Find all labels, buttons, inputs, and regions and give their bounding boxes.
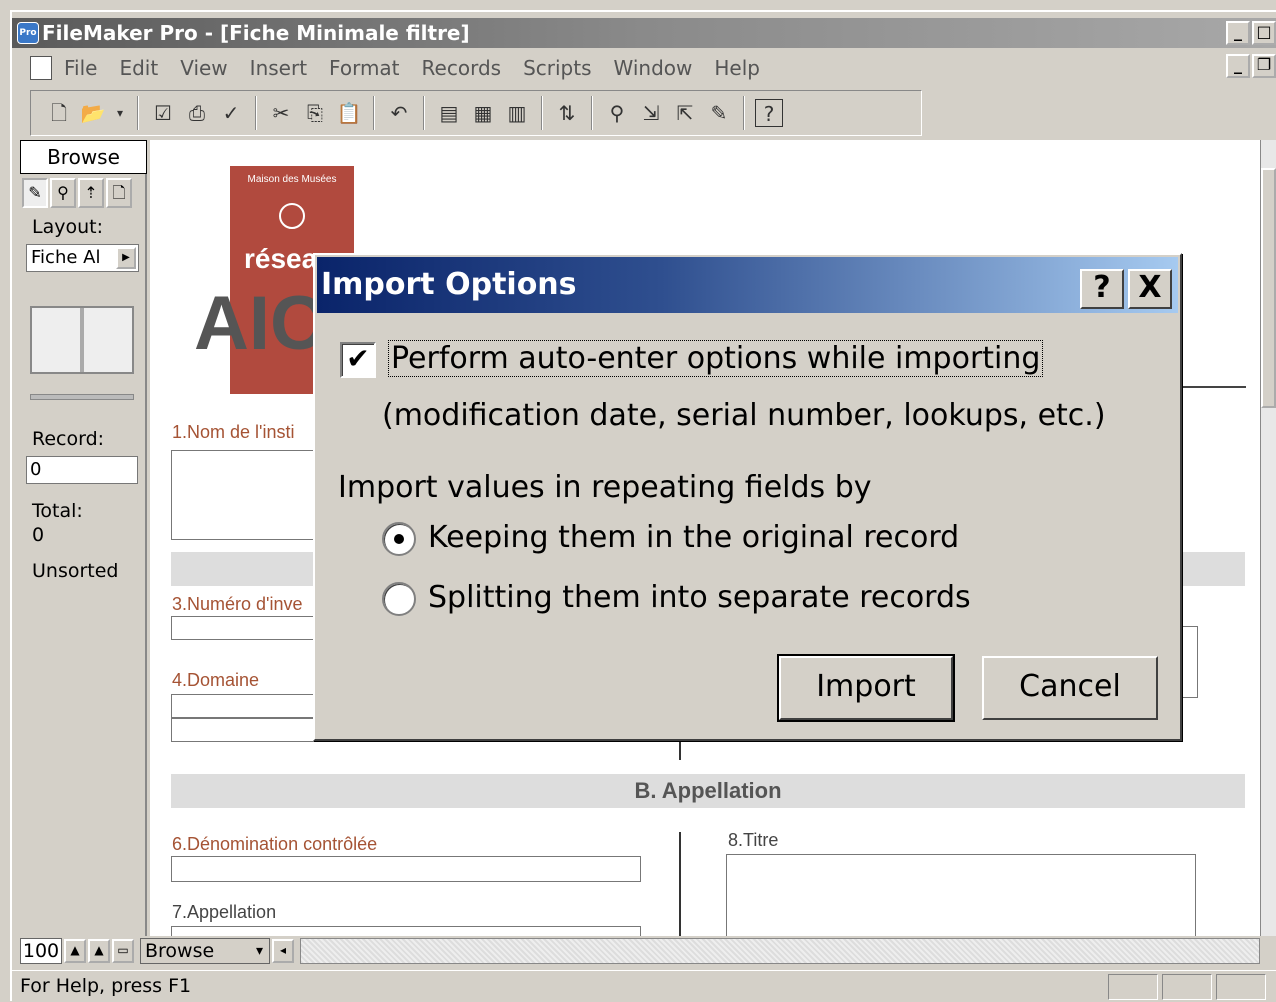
cancel-button[interactable]: Cancel: [982, 656, 1158, 720]
field-1-input[interactable]: [171, 450, 321, 540]
status-pane-1: [1108, 974, 1158, 1000]
duplicate-record-icon[interactable]: ▦: [469, 99, 497, 127]
delete-record-icon[interactable]: ▥: [503, 99, 531, 127]
menu-edit[interactable]: Edit: [119, 56, 158, 80]
menu-help[interactable]: Help: [714, 56, 760, 80]
vertical-scrollbar[interactable]: [1260, 140, 1276, 936]
status-bar: For Help, press F1: [10, 970, 1276, 1001]
menu-format[interactable]: Format: [329, 56, 399, 80]
dialog-close-button[interactable]: X: [1128, 269, 1172, 309]
find-icon[interactable]: ⚲: [603, 99, 631, 127]
script-icon[interactable]: ✎: [705, 99, 733, 127]
paste-icon[interactable]: 📋: [335, 99, 363, 127]
section-b-header: B. Appellation: [171, 774, 1245, 808]
new-record-icon[interactable]: ▤: [435, 99, 463, 127]
dialog-help-button[interactable]: ?: [1080, 269, 1124, 309]
horizontal-scrollbar[interactable]: [300, 938, 1260, 964]
auto-enter-label[interactable]: Perform auto-enter options while importi…: [388, 340, 1044, 377]
record-number-field[interactable]: 0: [26, 456, 138, 484]
field-8-label: 8.Titre: [728, 830, 779, 850]
chevron-right-icon[interactable]: ▶: [116, 247, 136, 269]
window-title: FileMaker Pro - [Fiche Minimale filtre]: [42, 21, 470, 45]
sort-icon[interactable]: ⇅: [553, 99, 581, 127]
menu-records[interactable]: Records: [422, 56, 502, 80]
total-value: 0: [32, 524, 45, 546]
sort-status: Unsorted: [32, 560, 119, 582]
checkbox-icon[interactable]: ☑: [149, 99, 177, 127]
maximize-button[interactable]: □: [1252, 21, 1276, 45]
preview-icon[interactable]: 🗋: [106, 178, 132, 208]
repeating-fields-label: Import values in repeating fields by: [338, 470, 872, 505]
menu-view[interactable]: View: [180, 56, 227, 80]
toolbar: 🗋 📂 ▾ ☑ ⎙ ✓ ✂ ⎘ 📋 ↶ ▤ ▦ ▥ ⇅ ⚲ ⇲ ⇱ ✎ ?: [30, 90, 922, 136]
field-1-label: 1.Nom de l'insti: [172, 422, 295, 442]
record-slider[interactable]: [30, 394, 134, 400]
split-records-label[interactable]: Splitting them into separate records: [428, 580, 971, 615]
doc-restore-button[interactable]: ❐: [1252, 54, 1276, 78]
title-bar: Pro FileMaker Pro - [Fiche Minimale filt…: [12, 18, 1276, 48]
field-3-input[interactable]: [171, 616, 321, 640]
menu-file[interactable]: File: [64, 56, 97, 80]
zoom-out-icon[interactable]: ▲: [64, 939, 86, 963]
menu-window[interactable]: Window: [614, 56, 693, 80]
filemaker-icon: Pro: [17, 22, 39, 44]
keep-original-label[interactable]: Keeping them in the original record: [428, 520, 959, 555]
field-8-input[interactable]: [726, 854, 1196, 936]
layout-label: Layout:: [32, 216, 103, 238]
status-text: For Help, press F1: [20, 975, 192, 997]
mode-select[interactable]: Browse ▾: [140, 938, 270, 964]
scroll-left-icon[interactable]: ◂: [272, 939, 294, 963]
scroll-thumb[interactable]: [1261, 168, 1276, 408]
field-3-label: 3.Numéro d'inve: [172, 594, 303, 614]
import-icon[interactable]: ⇲: [637, 99, 665, 127]
field-7-input[interactable]: [171, 926, 641, 936]
auto-enter-checkbox[interactable]: ✔: [340, 342, 376, 378]
copy-icon[interactable]: ⎘: [301, 99, 329, 127]
field-6-label: 6.Dénomination contrôlée: [172, 834, 378, 854]
menu-insert[interactable]: Insert: [250, 56, 307, 80]
bottom-bar: 100 ▲ ▲ ▭ Browse ▾ ◂: [20, 936, 1260, 966]
field-4-label: 4.Domaine: [172, 670, 260, 690]
open-icon[interactable]: 📂: [79, 99, 107, 127]
menu-bar: File Edit View Insert Format Records Scr…: [12, 52, 1276, 84]
dropdown-icon[interactable]: ▾: [113, 99, 127, 127]
minimize-button[interactable]: _: [1226, 21, 1250, 45]
zoom-level[interactable]: 100: [20, 938, 62, 964]
dialog-title-bar: Import Options ? X: [317, 257, 1178, 313]
keep-original-radio[interactable]: [382, 522, 416, 556]
help-icon[interactable]: ?: [755, 99, 783, 127]
field-7-label: 7.Appellation: [172, 902, 277, 922]
browse-pencil-icon[interactable]: ✎: [22, 178, 48, 208]
layout-icon[interactable]: ⇡: [78, 178, 104, 208]
cut-icon[interactable]: ✂: [267, 99, 295, 127]
import-button[interactable]: Import: [777, 654, 955, 722]
spelling-icon[interactable]: ✓: [217, 99, 245, 127]
export-icon[interactable]: ⇱: [671, 99, 699, 127]
mode-label: Browse: [20, 140, 147, 174]
document-icon[interactable]: [30, 56, 52, 80]
record-label: Record:: [32, 428, 105, 450]
status-area-toggle-icon[interactable]: ▭: [112, 939, 134, 963]
auto-enter-note: (modification date, serial number, looku…: [382, 398, 1106, 433]
split-records-radio[interactable]: [382, 582, 416, 616]
status-pane-3: [1216, 974, 1266, 1000]
total-label: Total:: [32, 500, 83, 522]
dialog-title: Import Options: [321, 267, 577, 302]
doc-minimize-button[interactable]: _: [1226, 54, 1250, 78]
field-6-input[interactable]: [171, 856, 641, 882]
status-pane-2: [1162, 974, 1212, 1000]
zoom-in-icon[interactable]: ▲: [88, 939, 110, 963]
layout-select[interactable]: Fiche Al ▶: [26, 244, 139, 272]
menu-scripts[interactable]: Scripts: [523, 56, 591, 80]
record-book-icon[interactable]: [30, 306, 134, 374]
undo-icon[interactable]: ↶: [385, 99, 413, 127]
status-area: Browse ✎ ⚲ ⇡ 🗋 Layout: Fiche Al ▶ Record…: [20, 140, 147, 936]
new-icon[interactable]: 🗋: [45, 99, 73, 127]
find-magnifier-icon[interactable]: ⚲: [50, 178, 76, 208]
print-icon[interactable]: ⎙: [183, 99, 211, 127]
